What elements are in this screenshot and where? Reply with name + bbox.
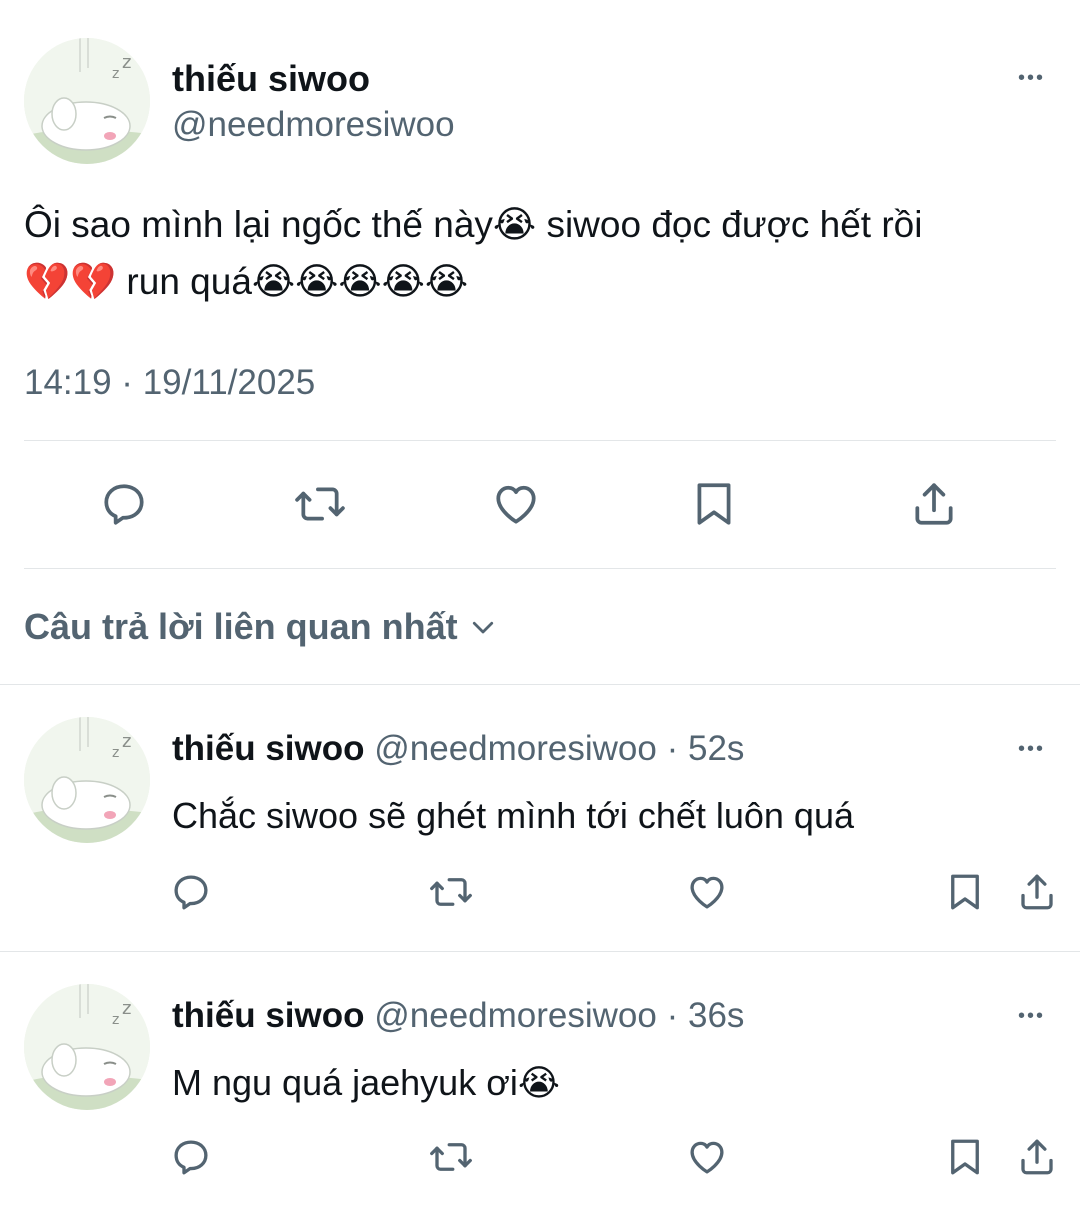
reply-icon <box>104 484 144 525</box>
reply-time[interactable]: 36s <box>688 996 744 1035</box>
sleeping-dog-avatar-icon: z z <box>24 38 150 164</box>
bookmark-button[interactable] <box>942 869 988 915</box>
retweet-button[interactable] <box>426 869 476 915</box>
retweet-icon <box>295 487 345 521</box>
reply-icon <box>174 1140 208 1175</box>
sleeping-dog-avatar-icon: z z <box>24 984 150 1110</box>
reply-header: thiếu siwoo @needmoresiwoo · 36s <box>172 994 744 1038</box>
share-button[interactable] <box>1014 869 1060 915</box>
more-options-button[interactable]: ••• <box>1018 64 1045 92</box>
reply-button[interactable] <box>96 476 152 532</box>
reply-button[interactable] <box>168 869 214 915</box>
bookmark-button[interactable] <box>686 476 742 532</box>
retweet-button[interactable] <box>426 1134 476 1180</box>
svg-text:z: z <box>122 731 131 752</box>
share-icon <box>1021 1139 1053 1175</box>
reply-tweet[interactable]: z z thiếu siwoo @needmoresiwoo · 36s •••… <box>0 952 1080 1208</box>
like-button[interactable] <box>488 476 544 532</box>
sleeping-dog-avatar-icon: z z <box>24 717 150 843</box>
handle[interactable]: @needmoresiwoo <box>172 104 455 146</box>
reply-button[interactable] <box>168 1134 214 1180</box>
like-icon <box>690 876 724 909</box>
handle[interactable]: @needmoresiwoo <box>374 729 657 768</box>
reply-time[interactable]: 52s <box>688 729 744 768</box>
display-name[interactable]: thiếu siwoo <box>172 58 370 100</box>
like-button[interactable] <box>684 869 730 915</box>
tweet-text-line-2: 💔💔 run quá😭😭😭😭😭 <box>24 261 469 302</box>
divider <box>24 568 1056 569</box>
replies-sort-dropdown[interactable]: Câu trả lời liên quan nhất <box>24 604 498 650</box>
reply-text: Chắc siwoo sẽ ghét mình tới chết luôn qu… <box>172 795 854 836</box>
svg-text:z: z <box>112 66 119 82</box>
avatar[interactable]: z z <box>24 38 150 164</box>
more-options-button[interactable]: ••• <box>1018 1002 1045 1030</box>
bookmark-icon <box>697 483 731 525</box>
share-icon <box>1021 874 1053 910</box>
display-name[interactable]: thiếu siwoo <box>172 996 365 1035</box>
reply-text: M ngu quá jaehyuk ơi😭 <box>172 1062 560 1103</box>
avatar[interactable]: z z <box>24 984 150 1110</box>
bookmark-icon <box>951 874 979 910</box>
share-button[interactable] <box>906 476 962 532</box>
reply-header: thiếu siwoo @needmoresiwoo · 52s <box>172 727 744 771</box>
timestamp[interactable]: 14:19 · 19/11/2025 <box>24 362 315 404</box>
like-icon <box>496 485 536 524</box>
display-name[interactable]: thiếu siwoo <box>172 729 365 768</box>
share-icon <box>915 483 953 525</box>
separator-dot: · <box>666 996 679 1035</box>
svg-text:z: z <box>122 998 131 1019</box>
reply-tweet[interactable]: z z thiếu siwoo @needmoresiwoo · 52s •••… <box>0 685 1080 951</box>
tweet-text: Ôi sao mình lại ngốc thế này😭 siwoo đọc … <box>24 196 922 310</box>
divider <box>24 440 1056 441</box>
retweet-icon <box>430 1143 472 1171</box>
reply-icon <box>174 875 208 910</box>
retweet-button[interactable] <box>290 476 350 532</box>
svg-text:z: z <box>122 52 131 73</box>
share-button[interactable] <box>1014 1134 1060 1180</box>
separator-dot: · <box>666 729 679 768</box>
like-button[interactable] <box>684 1134 730 1180</box>
like-icon <box>690 1141 724 1174</box>
retweet-icon <box>430 878 472 906</box>
svg-text:z: z <box>112 745 119 761</box>
handle[interactable]: @needmoresiwoo <box>374 996 657 1035</box>
more-options-button[interactable]: ••• <box>1018 735 1045 763</box>
replies-sort-label: Câu trả lời liên quan nhất <box>24 606 458 647</box>
svg-text:z: z <box>112 1012 119 1028</box>
bookmark-button[interactable] <box>942 1134 988 1180</box>
tweet-text-line-1: Ôi sao mình lại ngốc thế này😭 siwoo đọc … <box>24 204 923 245</box>
chevron-down-icon <box>472 621 493 634</box>
bookmark-icon <box>951 1139 979 1175</box>
avatar[interactable]: z z <box>24 717 150 843</box>
